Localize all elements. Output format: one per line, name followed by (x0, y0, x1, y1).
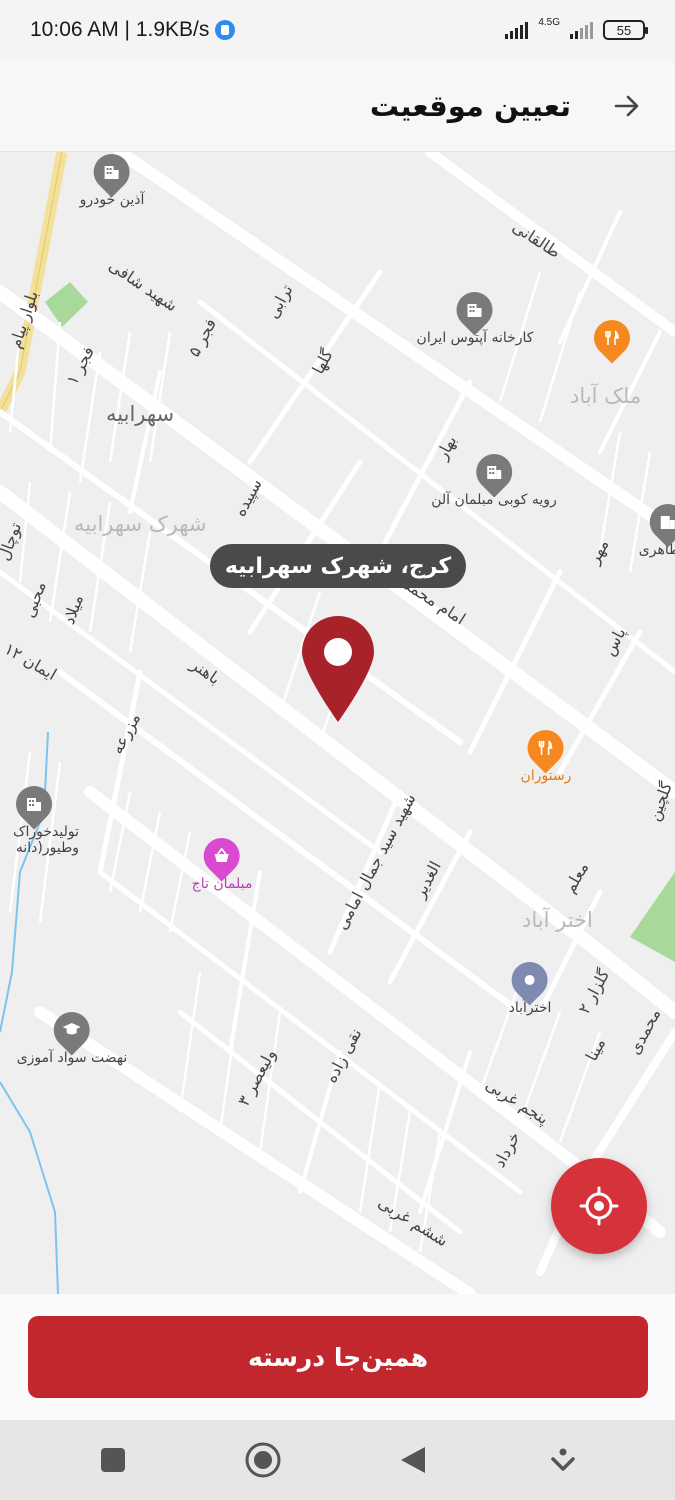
restaurant-icon (537, 739, 555, 757)
poi-toolid[interactable]: تولیدخوراک وطیور(دانه (0, 778, 79, 856)
area-label: اختر آباد (522, 908, 593, 932)
poi-akhtarabad[interactable]: اخترآباد (504, 954, 556, 1016)
area-label: شهرک سهرابیه (74, 512, 207, 536)
battery-icon: 55 (603, 20, 648, 40)
arrow-right-icon (614, 95, 639, 116)
poi-restaurant[interactable]: رستوران (520, 722, 572, 784)
poi-taheri[interactable]: ک طاهری (639, 496, 675, 558)
battery-level: 55 (616, 22, 632, 38)
map-view[interactable]: شهرک سهرابیه ملک آباد اختر آباد سهرابیه … (0, 152, 675, 1294)
status-right: 4.5G 55 (505, 16, 648, 40)
recents-button[interactable] (93, 1440, 133, 1480)
my-location-button[interactable] (551, 1158, 647, 1254)
assistant-button[interactable] (543, 1440, 583, 1480)
building-icon (25, 795, 43, 813)
graduation-cap-icon (62, 1022, 82, 1038)
status-bar: 10:06 AM | 1.9KB/s 4.5G 55 (0, 0, 675, 60)
home-button[interactable] (243, 1440, 283, 1480)
network-type-label: 4.5G (538, 16, 560, 28)
page-title: تعیین موقعیت (369, 88, 571, 123)
building-icon (485, 463, 503, 481)
poi-nehzat[interactable]: نهضت سواد آموزی (17, 1004, 127, 1066)
back-button[interactable] (607, 86, 647, 126)
crosshair-icon (579, 1186, 619, 1226)
area-label: سهرابیه (106, 402, 175, 426)
back-nav-button[interactable] (393, 1440, 433, 1480)
system-nav-bar (0, 1420, 675, 1500)
selected-location-tooltip: کرج، شهرک سهرابیه (210, 544, 466, 588)
restaurant-icon (603, 329, 621, 347)
square-icon (100, 1448, 125, 1472)
app-bar: تعیین موقعیت (0, 60, 675, 152)
building-icon (103, 163, 121, 181)
poi-restaurant-2[interactable] (586, 312, 638, 364)
confirm-location-button[interactable]: همین‌جا درسته (28, 1316, 648, 1398)
poi-azin-khodro[interactable]: آذین خودرو (80, 152, 144, 208)
status-left: 10:06 AM | 1.9KB/s (30, 18, 236, 42)
signal-icon-2 (570, 21, 593, 39)
location-pin-icon (523, 973, 537, 987)
map-marker-icon (298, 614, 378, 728)
poi-aptos[interactable]: کارخانه آپتوس ایران (417, 284, 533, 346)
signal-icon (505, 21, 529, 39)
notification-icon (215, 20, 236, 40)
building-icon (466, 301, 484, 319)
poi-mobleman-taj[interactable]: مبلمان تاج (192, 830, 252, 892)
building-icon (659, 513, 675, 531)
bottom-panel: همین‌جا درسته (0, 1294, 675, 1420)
status-time-speed: 10:06 AM | 1.9KB/s (30, 18, 210, 41)
shopping-basket-icon (213, 847, 231, 865)
triangle-back-icon (400, 1447, 425, 1473)
poi-label: تولیدخوراک وطیور(دانه (12, 824, 79, 856)
area-label: ملک آباد (570, 384, 642, 408)
circle-icon (245, 1442, 280, 1478)
poi-alen[interactable]: رویه کوبی مبلمان آلن (431, 446, 557, 508)
chevron-down-icon (550, 1448, 575, 1471)
